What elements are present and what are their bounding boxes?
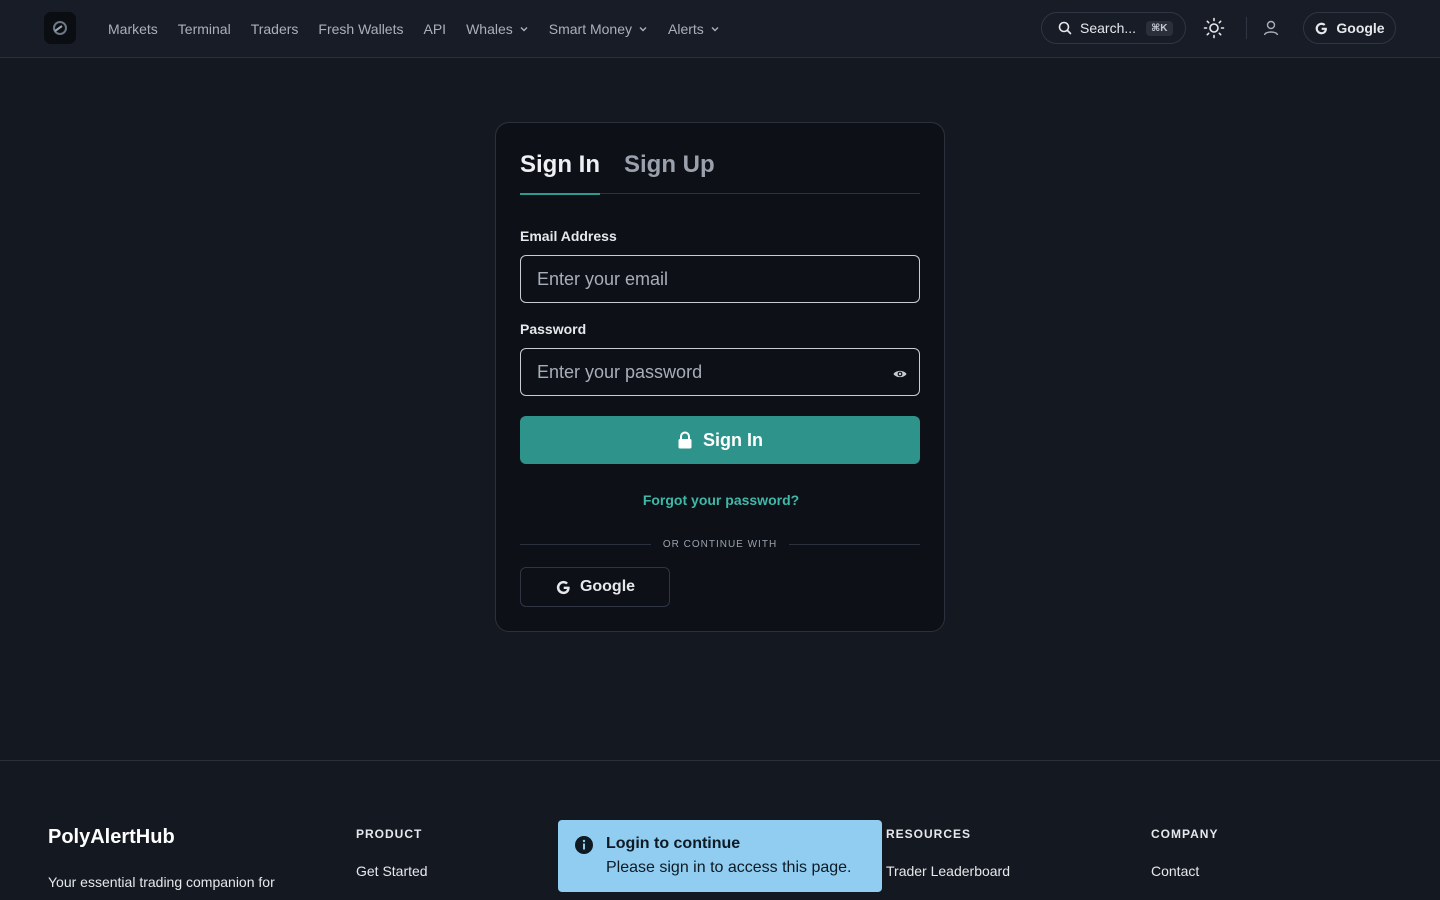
toast-message: Please sign in to access this page. (606, 859, 852, 876)
search-shortcut: ⌘K (1146, 20, 1173, 36)
nav-label: API (423, 21, 447, 37)
nav-api[interactable]: API (423, 21, 446, 37)
nav-label: Markets (108, 21, 158, 37)
footer-description: Your essential trading companion for (48, 874, 275, 890)
logo[interactable] (44, 12, 76, 44)
google-signin-header-button[interactable]: Google (1303, 12, 1396, 44)
nav-terminal[interactable]: Terminal (178, 21, 231, 37)
nav-label: Fresh Wallets (318, 21, 404, 37)
google-label: Google (579, 578, 636, 595)
email-label: Email Address (520, 228, 617, 244)
tab-sign-in[interactable]: Sign In (520, 151, 600, 195)
google-signin-button[interactable]: Google (520, 567, 670, 607)
logo-icon (53, 21, 67, 35)
footer-link-trader-leaderboard[interactable]: Trader Leaderboard (886, 863, 1010, 879)
email-field[interactable] (520, 255, 920, 303)
auth-card: Sign In Sign Up Email Address Password S… (495, 122, 945, 632)
chevron-down-icon (711, 27, 719, 32)
search-label: Search... (1080, 20, 1137, 36)
nav-markets[interactable]: Markets (108, 21, 158, 37)
google-label: Google (1336, 20, 1385, 36)
footer-link-contact[interactable]: Contact (1151, 863, 1199, 879)
sign-in-button[interactable]: Sign In (520, 416, 920, 464)
google-icon (556, 580, 570, 594)
eye-icon[interactable] (892, 366, 908, 382)
chevron-down-icon (520, 27, 528, 32)
nav-whales[interactable]: Whales (466, 21, 529, 37)
footer-heading-resources: RESOURCES (886, 827, 972, 841)
footer-brand: PolyAlertHub (48, 826, 175, 848)
info-icon (575, 836, 593, 854)
toast-notification[interactable]: Login to continue Please sign in to acce… (558, 820, 882, 892)
nav-fresh-wallets[interactable]: Fresh Wallets (318, 21, 403, 37)
toast-title: Login to continue (606, 835, 741, 852)
user-icon[interactable] (1261, 18, 1281, 38)
nav-label: Alerts (668, 21, 704, 37)
footer-heading-product: PRODUCT (356, 827, 423, 841)
nav-label: Whales (466, 21, 513, 37)
main-nav: Markets Terminal Traders Fresh Wallets A… (108, 0, 740, 58)
footer-heading-company: COMPANY (1151, 827, 1219, 841)
forgot-password-link[interactable]: Forgot your password? (496, 492, 946, 508)
auth-tabs: Sign In Sign Up (520, 151, 920, 195)
nav-traders[interactable]: Traders (251, 21, 299, 37)
nav-smart-money[interactable]: Smart Money (549, 21, 648, 37)
search-button[interactable]: Search... ⌘K (1041, 12, 1186, 44)
lock-icon (678, 431, 692, 449)
nav-alerts[interactable]: Alerts (668, 21, 720, 37)
google-icon (1316, 22, 1328, 34)
chevron-down-icon (639, 27, 647, 32)
footer-link-get-started[interactable]: Get Started (356, 863, 428, 879)
tab-sign-up[interactable]: Sign Up (624, 151, 715, 194)
divider-line (789, 543, 921, 545)
divider-line (520, 543, 651, 545)
nav-label: Smart Money (548, 21, 632, 37)
password-label: Password (520, 321, 587, 337)
search-icon (1058, 21, 1072, 35)
sun-icon[interactable] (1202, 16, 1226, 40)
top-navbar: Markets Terminal Traders Fresh Wallets A… (0, 0, 1440, 58)
header-divider (1246, 17, 1247, 39)
sign-in-label: Sign In (703, 429, 763, 450)
nav-label: Terminal (177, 21, 231, 37)
divider-text: OR CONTINUE WITH (662, 538, 778, 550)
nav-label: Traders (250, 21, 299, 37)
or-divider: OR CONTINUE WITH (520, 536, 921, 552)
password-field[interactable] (520, 348, 920, 396)
